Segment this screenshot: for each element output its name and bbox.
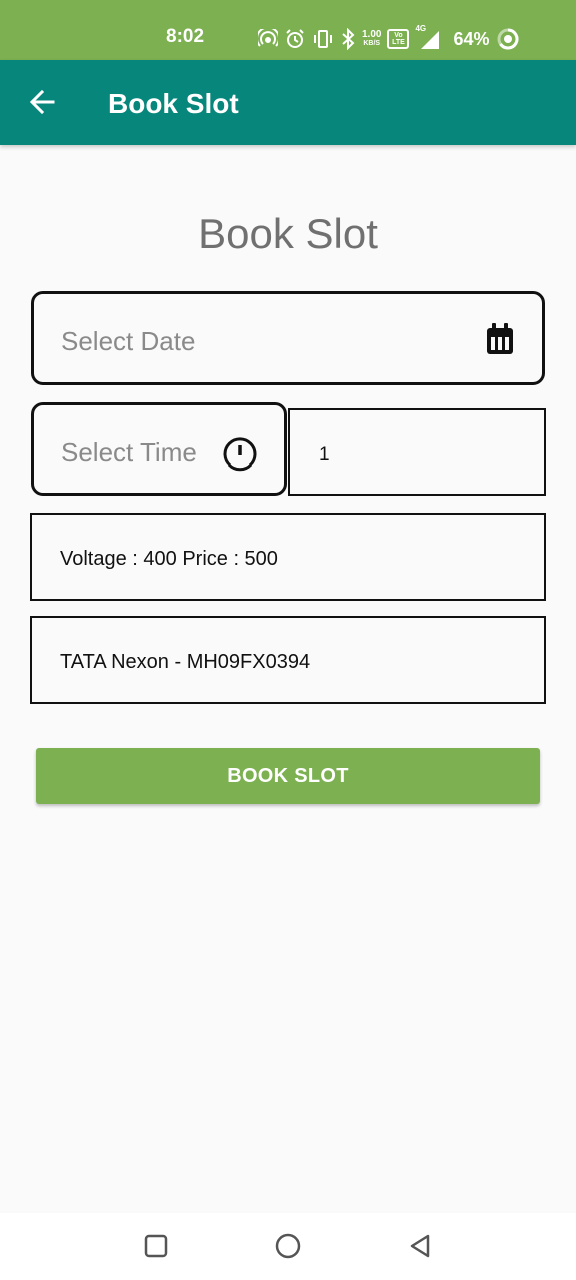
date-placeholder: Select Date [61, 326, 196, 356]
alarm-icon [284, 28, 306, 50]
bluetooth-icon [340, 28, 356, 50]
quantity-box[interactable]: 1 [288, 408, 546, 496]
calendar-icon[interactable] [485, 322, 515, 361]
quantity-value: 1 [319, 444, 330, 465]
recents-square-icon [143, 1233, 169, 1264]
status-bar: 8:02 1.00 KB/S Vo LTE 4G 64% [0, 0, 576, 60]
date-field[interactable]: Select Date [31, 291, 545, 385]
back-triangle-icon [407, 1233, 433, 1264]
back-nav-button[interactable] [405, 1233, 435, 1263]
signal-icon: 4G [415, 24, 441, 50]
battery-ring-icon [496, 27, 520, 51]
recents-button[interactable] [141, 1233, 171, 1263]
status-icons: 1.00 KB/S Vo LTE 4G 64% [258, 24, 520, 54]
vibrate-icon [312, 28, 334, 50]
network-speed-value: 1.00 [362, 29, 382, 40]
battery-percent: 64% [453, 28, 490, 49]
network-speed: 1.00 KB/S [362, 30, 381, 48]
vehicle-text: TATA Nexon - MH09FX0394 [60, 651, 311, 673]
time-placeholder: Select Time [61, 437, 197, 467]
network-type-label: 4G [415, 24, 427, 33]
app-bar-title: Book Slot [108, 88, 239, 119]
app-bar: Book Slot [0, 60, 576, 145]
status-time: 8:02 [166, 26, 205, 47]
volte-label: Vo LTE [392, 32, 405, 46]
navigation-bar [0, 1213, 576, 1280]
network-speed-unit: KB/S [363, 40, 381, 47]
back-button[interactable] [20, 82, 64, 126]
voltage-price-text: Voltage : 400 Price : 500 [60, 548, 278, 570]
arrow-left-icon [28, 88, 56, 121]
clock-icon[interactable] [221, 434, 259, 477]
time-field[interactable]: Select Time [31, 402, 287, 496]
vehicle-box[interactable]: TATA Nexon - MH09FX0394 [30, 616, 546, 704]
home-circle-icon [274, 1232, 302, 1265]
hotspot-icon [258, 29, 278, 49]
voltage-price-box: Voltage : 400 Price : 500 [30, 513, 546, 601]
page-heading: Book Slot [198, 210, 378, 257]
home-button[interactable] [273, 1233, 303, 1263]
book-slot-button[interactable]: BOOK SLOT [36, 748, 540, 804]
volte-badge: Vo LTE [387, 29, 410, 49]
